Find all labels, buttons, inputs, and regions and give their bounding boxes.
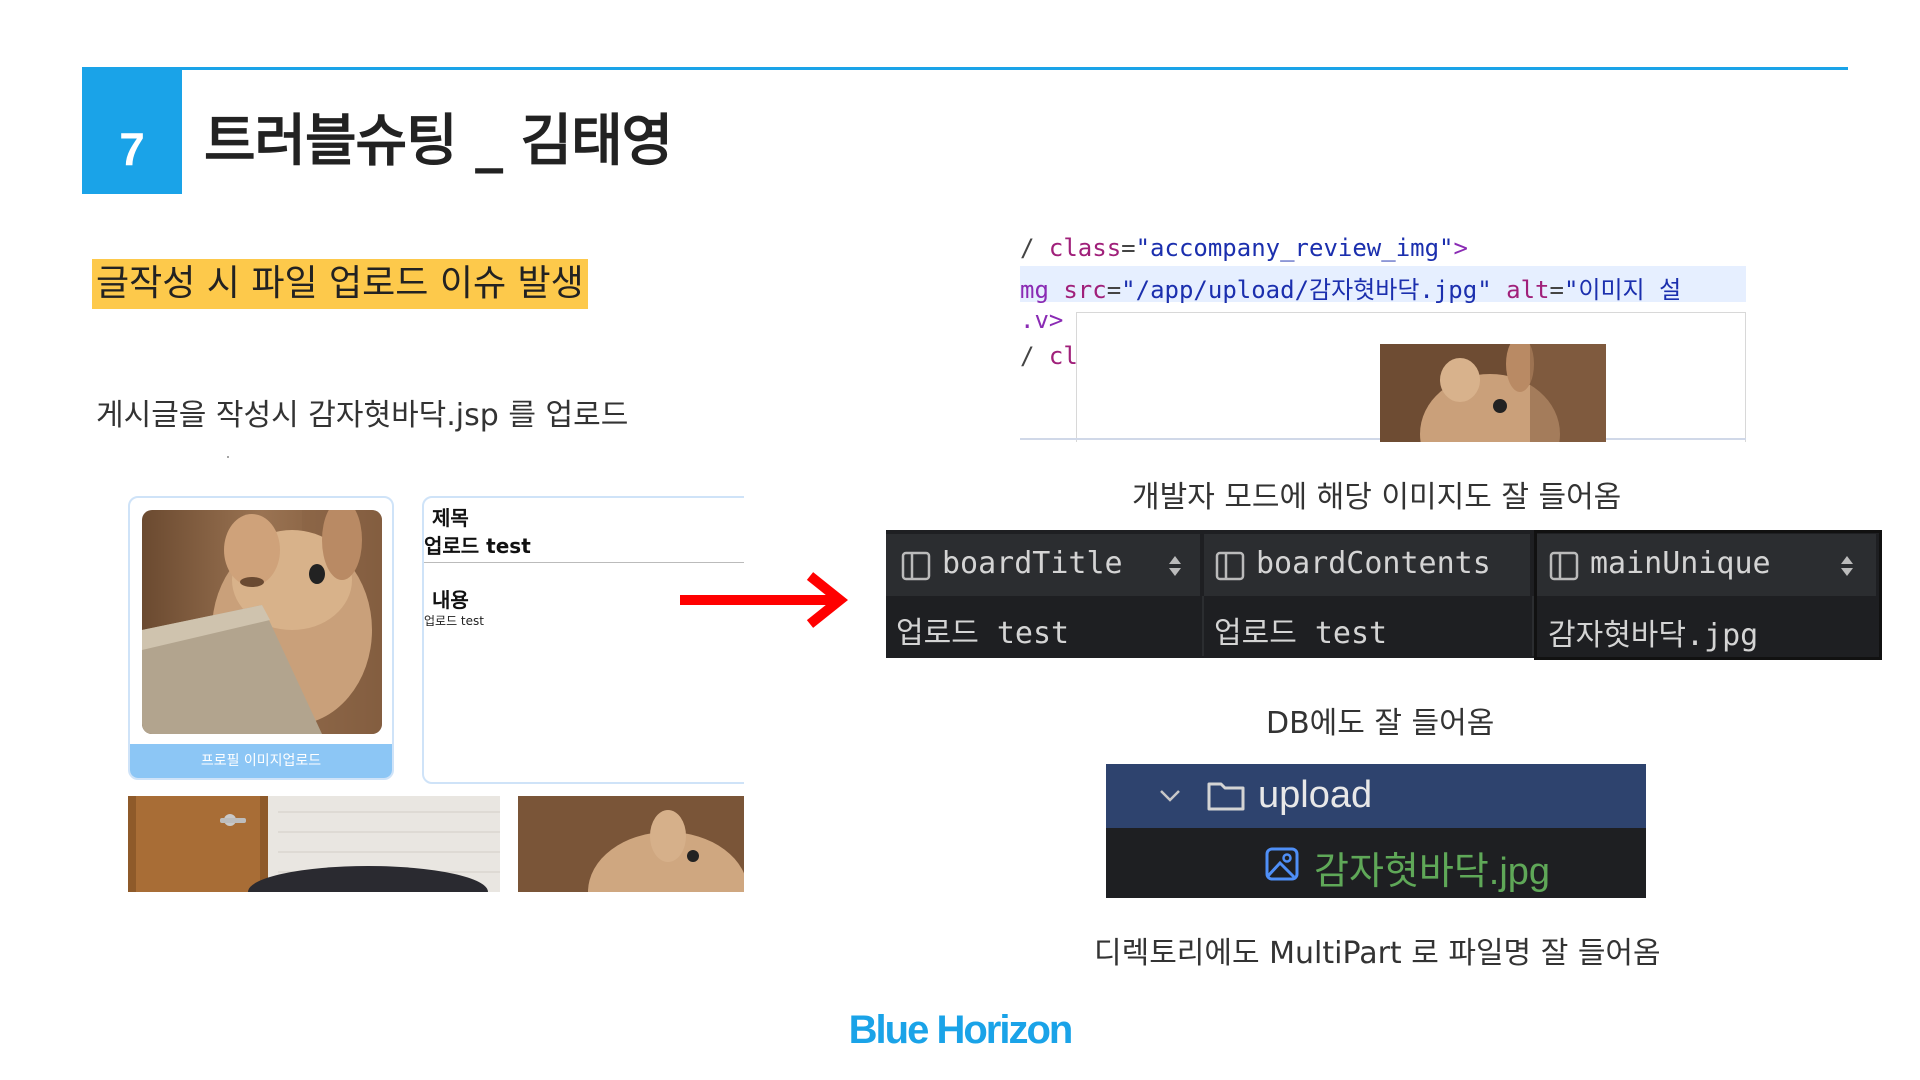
tree-row-file[interactable]: 감자혓바닥.jpg (1106, 828, 1646, 898)
brand-logo: Blue Horizon (848, 1008, 1074, 1052)
title-label: 제목 (432, 506, 469, 530)
tree-row-upload[interactable]: upload (1106, 764, 1646, 828)
code-line-1: / class="accompany_review_img"> (1020, 234, 1468, 262)
cell-boardtitle[interactable]: 업로드 test (896, 608, 1069, 652)
chevron-down-icon[interactable] (1158, 786, 1182, 806)
column-icon (1215, 551, 1245, 581)
image-file-icon (1265, 847, 1299, 881)
db-caption: DB에도 잘 들어옴 (1266, 706, 1495, 741)
stray-dot (227, 456, 229, 458)
column-icon (901, 551, 931, 581)
rabbit-thumbnail (518, 796, 744, 892)
selected-column-outline (1534, 530, 1882, 660)
issue-highlight: 글작성 시 파일 업로드 이슈 발생 (92, 259, 588, 309)
post-write-screenshot: 프로필 이미지업로드 제목 업로드 test 내용 업로드 test (128, 496, 744, 892)
content-value: 업로드 test (424, 614, 484, 628)
arrow-right-icon (680, 572, 849, 628)
slide-title: 트러블슈팅 _ 김태영 (204, 109, 673, 174)
devtools-caption: 개발자 모드에 해당 이미지도 잘 들어옴 (1132, 480, 1622, 515)
header-rule (82, 67, 1848, 70)
project-tree: upload 감자혓바닥.jpg (1106, 764, 1646, 898)
code-line-4: / cl (1020, 342, 1078, 370)
profile-image-upload-button[interactable]: 프로필 이미지업로드 (130, 744, 392, 778)
profile-card: 프로필 이미지업로드 (128, 496, 394, 780)
rabbit-preview-image (1380, 344, 1606, 442)
title-value: 업로드 test (424, 534, 531, 558)
code-line-2: mg src="/app/upload/감자혓바닥.jpg" alt="이미지 … (1020, 276, 1682, 304)
code-line-3: .v> (1020, 306, 1064, 334)
column-header-boardtitle[interactable]: boardTitle (886, 534, 1202, 596)
upload-description: 게시글을 작성시 감자혓바닥.jsp 를 업로드 (96, 398, 629, 433)
cell-boardcontents[interactable]: 업로드 test (1214, 608, 1387, 652)
column-divider (1202, 596, 1204, 656)
post-preview-card: 제목 업로드 test 내용 업로드 test (422, 496, 744, 784)
directory-caption: 디렉토리에도 MultiPart 로 파일명 잘 들어옴 (1094, 936, 1661, 971)
divider (424, 562, 744, 563)
rabbit-photo (142, 510, 382, 734)
column-header-boardcontents[interactable]: boardContents (1204, 534, 1532, 596)
section-number-badge: 7 (82, 70, 182, 194)
folder-icon (1207, 782, 1245, 811)
content-label: 내용 (432, 588, 469, 612)
room-thumbnail (128, 796, 500, 892)
section-number: 7 (119, 123, 145, 175)
folder-name: upload (1258, 774, 1373, 816)
file-name: 감자혓바닥.jpg (1314, 851, 1551, 893)
sort-icon[interactable] (1168, 554, 1182, 578)
